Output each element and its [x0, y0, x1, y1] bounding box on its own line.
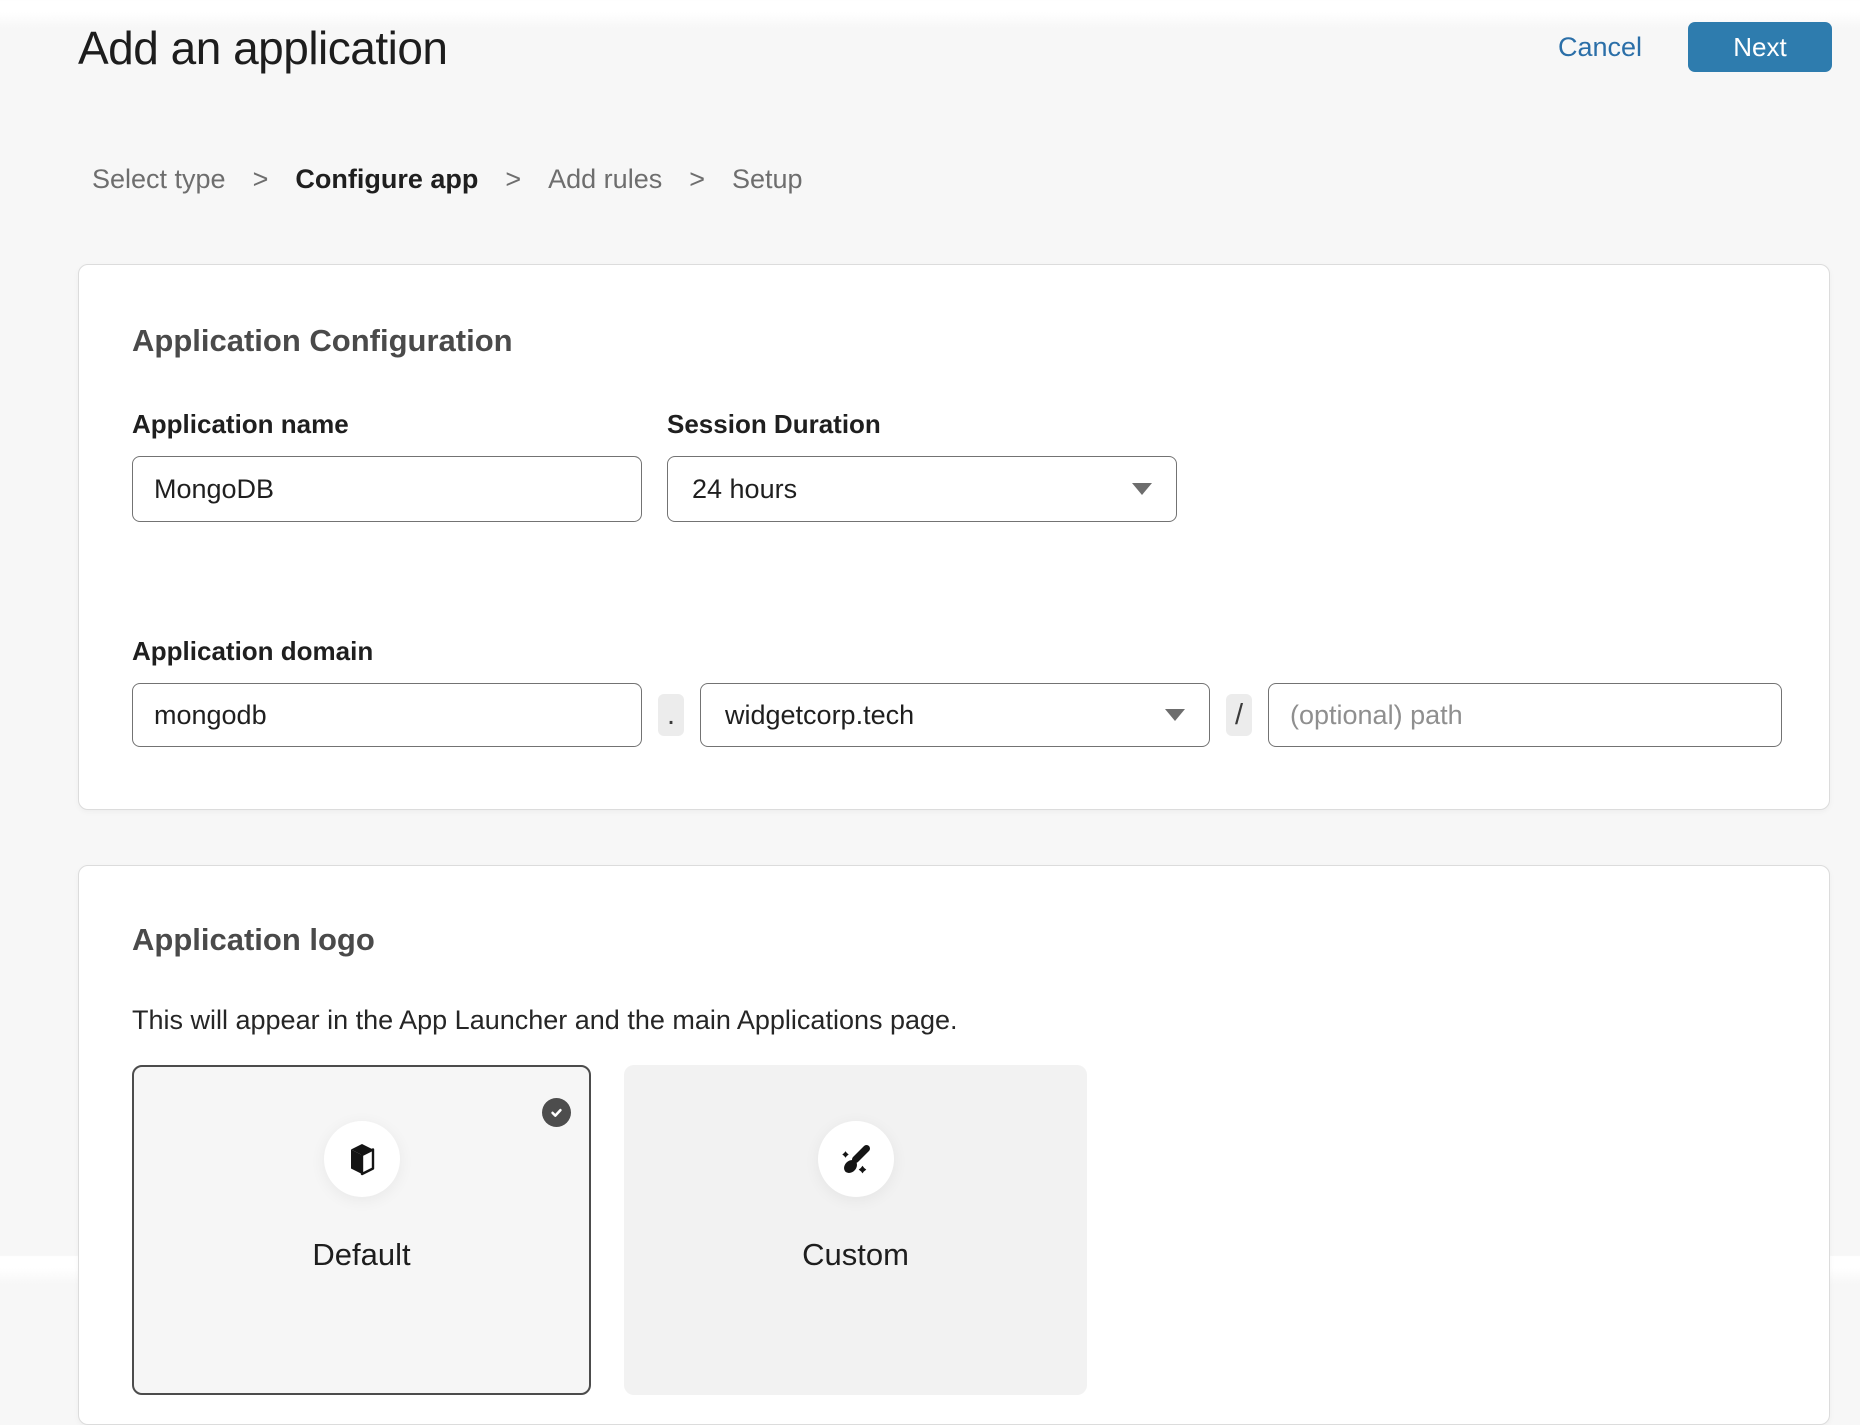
- section-title-application-logo: Application logo: [132, 921, 1776, 959]
- application-name-field-group: Application name: [132, 408, 642, 522]
- cube-icon: [324, 1121, 400, 1197]
- breadcrumb-step-add-rules: Add rules: [548, 164, 662, 195]
- next-button[interactable]: Next: [1688, 22, 1832, 72]
- dot-separator: .: [658, 694, 684, 736]
- logo-option-custom[interactable]: Custom: [624, 1065, 1087, 1395]
- section-title-application-configuration: Application Configuration: [132, 322, 1776, 360]
- page-title: Add an application: [78, 18, 448, 78]
- paintbrush-icon: [818, 1121, 894, 1197]
- logo-option-default[interactable]: Default: [132, 1065, 591, 1395]
- application-domain-label: Application domain: [132, 635, 1776, 667]
- application-logo-card: Application logo This will appear in the…: [78, 865, 1830, 1425]
- chevron-down-icon: [1132, 483, 1152, 495]
- application-domain-row: . widgetcorp.tech /: [132, 683, 1776, 747]
- domain-select-value: widgetcorp.tech: [725, 700, 914, 731]
- name-duration-row: Application name Session Duration 24 hou…: [132, 408, 1776, 522]
- cancel-button[interactable]: Cancel: [1558, 32, 1642, 63]
- breadcrumb-step-configure-app: Configure app: [295, 164, 478, 195]
- header-actions: Cancel Next: [1558, 22, 1832, 72]
- domain-select[interactable]: widgetcorp.tech: [700, 683, 1210, 747]
- breadcrumb-step-setup: Setup: [732, 164, 803, 195]
- selected-check-icon: [542, 1098, 571, 1127]
- session-duration-select[interactable]: 24 hours: [667, 456, 1177, 522]
- breadcrumb: Select type > Configure app > Add rules …: [92, 164, 803, 195]
- breadcrumb-step-select-type[interactable]: Select type: [92, 164, 226, 195]
- session-duration-label: Session Duration: [667, 408, 1177, 440]
- logo-option-custom-label: Custom: [624, 1237, 1087, 1273]
- application-name-input[interactable]: [132, 456, 642, 522]
- breadcrumb-separator: >: [505, 164, 521, 195]
- path-input[interactable]: [1268, 683, 1782, 747]
- application-logo-description: This will appear in the App Launcher and…: [132, 1003, 1776, 1037]
- application-configuration-card: Application Configuration Application na…: [78, 264, 1830, 810]
- session-duration-value: 24 hours: [692, 474, 797, 505]
- logo-option-default-label: Default: [134, 1237, 589, 1273]
- application-name-label: Application name: [132, 408, 642, 440]
- breadcrumb-separator: >: [689, 164, 705, 195]
- subdomain-input[interactable]: [132, 683, 642, 747]
- chevron-down-icon: [1165, 709, 1185, 721]
- breadcrumb-separator: >: [253, 164, 269, 195]
- logo-options-row: Default Custom: [132, 1065, 1776, 1395]
- slash-separator: /: [1226, 694, 1252, 736]
- session-duration-field-group: Session Duration 24 hours: [667, 408, 1177, 522]
